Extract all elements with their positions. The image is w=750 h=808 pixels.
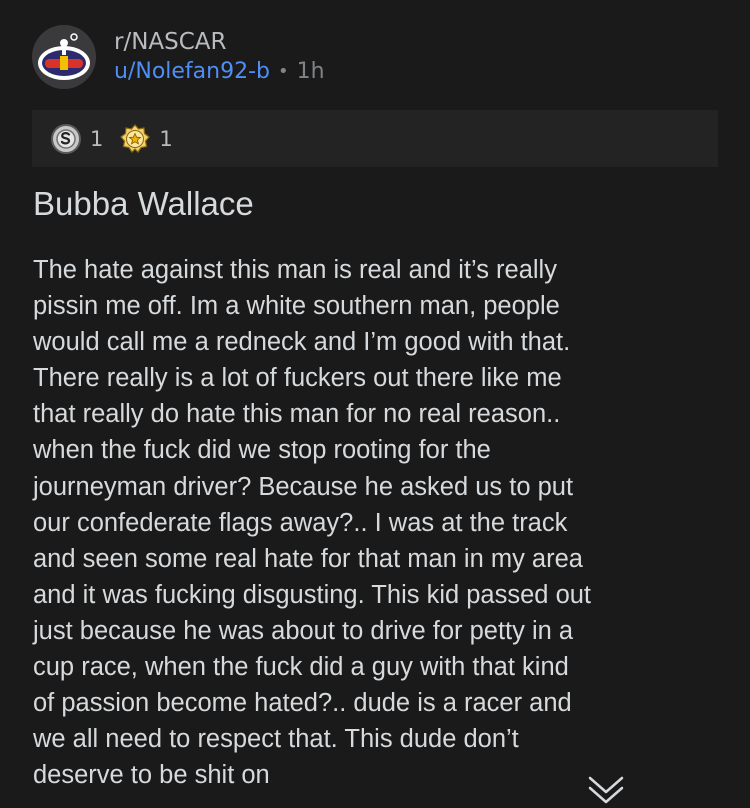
post-body-line: The hate against this man is real and it… xyxy=(33,256,557,284)
post-body-line: of passion become hated?.. dude is a rac… xyxy=(33,689,572,718)
post-body-line: There really is a lot of fuckers out the… xyxy=(33,364,562,393)
post-byline: u/Nolefan92-b • 1h xyxy=(114,57,325,87)
award-silver[interactable]: 1 xyxy=(50,123,103,155)
post-body-line: we all need to respect that. This dude d… xyxy=(33,725,519,754)
post-body-line: our confederate flags away?.. I was at t… xyxy=(33,508,568,537)
post-body-line: and seen some real hate for that man in … xyxy=(33,544,583,573)
post-body-line: just because he was about to drive for p… xyxy=(33,616,574,645)
post-body-line: journeyman driver? Because he asked us t… xyxy=(33,472,574,501)
award-count: 1 xyxy=(90,126,104,151)
post-body-line: would call me a redneck and I’m good wit… xyxy=(33,328,571,357)
post-meta: r/NASCAR u/Nolefan92-b • 1h xyxy=(114,27,325,87)
post-body-line: and it was fucking disgusting. This kid … xyxy=(33,580,592,609)
subreddit-avatar[interactable] xyxy=(32,25,96,89)
byline-separator: • xyxy=(278,61,289,82)
award-helpful[interactable]: 1 xyxy=(119,123,173,155)
post-header: r/NASCAR u/Nolefan92-b • 1h xyxy=(32,22,325,92)
post-body-line: that really do hate this man for no real… xyxy=(33,400,561,429)
chevron-double-down-icon xyxy=(588,776,624,804)
post-age: 1h xyxy=(296,59,325,84)
award-count: 1 xyxy=(159,126,173,151)
post-body-line: pissin me off. Im a white southern man, … xyxy=(33,292,560,321)
expand-post-button[interactable] xyxy=(586,772,626,804)
subreddit-name[interactable]: r/NASCAR xyxy=(114,27,325,57)
post-title[interactable]: Bubba Wallace xyxy=(33,182,254,226)
awards-bar[interactable]: 1 1 xyxy=(32,110,718,167)
post-body-line: when the fuck did we stop rooting for th… xyxy=(33,436,491,465)
nascar-helmet-icon xyxy=(32,25,96,89)
silver-award-icon xyxy=(51,123,81,154)
author-username[interactable]: u/Nolefan92-b xyxy=(114,57,270,87)
post-body: The hate against this man is real and it… xyxy=(33,252,723,793)
post-body-line: cup race, when the fuck did a guy with t… xyxy=(33,653,569,682)
helpful-award-icon xyxy=(120,123,151,153)
